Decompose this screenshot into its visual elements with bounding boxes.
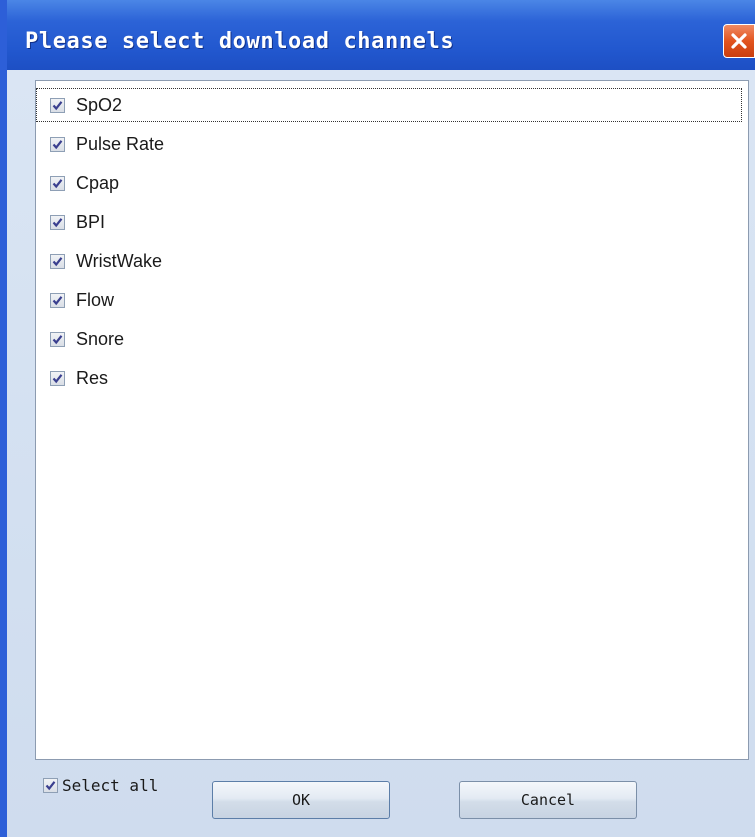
checkmark-icon xyxy=(52,178,63,188)
list-item[interactable]: Pulse Rate xyxy=(36,127,742,161)
close-icon xyxy=(731,33,747,49)
checkbox[interactable] xyxy=(50,331,65,347)
checkbox[interactable] xyxy=(50,214,65,230)
list-item[interactable]: WristWake xyxy=(36,244,742,278)
select-all-label: Select all xyxy=(62,776,159,795)
dialog-window: Please select download channels SpO2 Pul… xyxy=(0,0,755,837)
list-item[interactable]: Cpap xyxy=(36,166,742,200)
checkbox[interactable] xyxy=(43,778,58,793)
list-item-label: Cpap xyxy=(76,172,120,193)
checkmark-icon xyxy=(52,100,63,110)
title-bar[interactable]: Please select download channels xyxy=(7,0,755,70)
checkmark-icon xyxy=(52,334,63,344)
checkbox[interactable] xyxy=(50,175,65,191)
checkmark-icon xyxy=(52,373,63,383)
checkbox[interactable] xyxy=(50,136,65,152)
checkmark-icon xyxy=(52,256,63,266)
list-item[interactable]: BPI xyxy=(36,205,742,239)
checkbox[interactable] xyxy=(50,253,65,269)
list-item-label: Pulse Rate xyxy=(76,133,165,154)
list-item-label: Res xyxy=(76,367,109,388)
list-item-label: Flow xyxy=(76,289,115,310)
list-item-label: SpO2 xyxy=(76,94,123,115)
checkbox[interactable] xyxy=(50,370,65,386)
list-item[interactable]: Res xyxy=(36,361,742,395)
close-button[interactable] xyxy=(723,24,755,58)
list-item-label: Snore xyxy=(76,328,125,349)
list-item[interactable]: Flow xyxy=(36,283,742,317)
ok-button[interactable]: OK xyxy=(212,781,390,819)
checkmark-icon xyxy=(45,781,56,791)
list-item-label: BPI xyxy=(76,211,106,232)
checkmark-icon xyxy=(52,295,63,305)
dialog-title: Please select download channels xyxy=(25,29,455,54)
list-item[interactable]: Snore xyxy=(36,322,742,356)
checkbox[interactable] xyxy=(50,97,65,113)
cancel-button[interactable]: Cancel xyxy=(459,781,637,819)
checkmark-icon xyxy=(52,139,63,149)
channel-list[interactable]: SpO2 Pulse Rate Cpap BPI WristWake Flow … xyxy=(35,80,749,760)
list-item-label: WristWake xyxy=(76,250,163,271)
checkbox[interactable] xyxy=(50,292,65,308)
checkmark-icon xyxy=(52,217,63,227)
list-item[interactable]: SpO2 xyxy=(36,88,742,122)
